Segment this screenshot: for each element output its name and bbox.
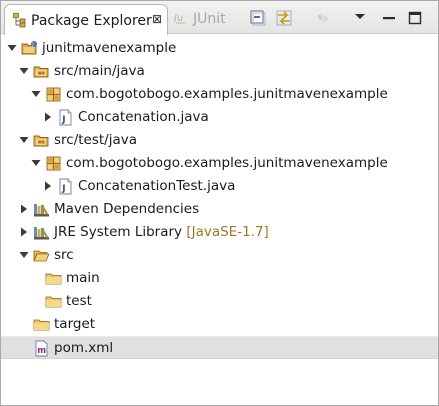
source-folder-icon [33,132,50,149]
svg-text:J: J [61,115,65,125]
view-tab-bar: Package Explorer ⊠ Ju JUnit [1,1,438,35]
package-explorer-view: Package Explorer ⊠ Ju JUnit J junitmaven… [0,0,439,406]
tree-item-label: com.bogotobogo.examples.junitmavenexampl… [66,155,388,171]
java-file-icon: J [57,178,74,195]
focus-on-task-icon [317,13,329,23]
xml-file-icon: m [33,340,50,357]
tree-item[interactable]: Maven Dependencies [1,198,438,221]
expand-arrow-icon[interactable] [18,248,30,262]
folder-icon [45,270,62,287]
tree-item[interactable]: src/test/java [1,129,438,152]
library-icon [33,201,50,218]
tree-item[interactable]: src [1,244,438,267]
tree-item-label: main [66,270,100,286]
tree-item[interactable]: com.bogotobogo.examples.junitmavenexampl… [1,83,438,106]
junit-icon: Ju [174,13,185,24]
expand-arrow-icon[interactable] [6,41,18,55]
collapse-arrow-icon[interactable] [42,110,54,124]
svg-text:J: J [31,42,33,48]
maximize-icon[interactable] [406,9,424,27]
tree-item[interactable]: target [1,313,438,336]
tree-item-label: Maven Dependencies [54,201,200,217]
tree-item-decoration: [JavaSE-1.7] [182,224,269,240]
tree-item-label: ConcatenationTest.java [78,178,236,194]
svg-text:J: J [61,184,65,194]
tab-junit-label: JUnit [193,11,226,27]
source-folder-icon [33,63,50,80]
tree-item[interactable]: com.bogotobogo.examples.junitmavenexampl… [1,152,438,175]
tab-package-explorer-label: Package Explorer [31,13,152,29]
tree-item-label: Concatenation.java [78,109,209,125]
close-icon[interactable]: ⊠ [152,12,162,26]
expand-arrow-icon[interactable] [30,156,42,170]
package-icon [45,155,62,172]
tree-item[interactable]: Jjunitmavenexample [1,37,438,60]
java-file-icon: J [57,109,74,126]
collapse-arrow-icon[interactable] [18,225,30,239]
tree-item-label: junitmavenexample [42,40,177,56]
tree-item[interactable]: J Concatenation.java [1,106,438,129]
expand-arrow-icon[interactable] [30,87,42,101]
tree-item-label: src/test/java [54,132,138,148]
package-icon [45,86,62,103]
tree-item-label: JRE System Library [JavaSE-1.7] [54,224,269,240]
tree-item[interactable]: J ConcatenationTest.java [1,175,438,198]
tree-item-label: pom.xml [54,340,114,356]
collapse-arrow-icon[interactable] [42,179,54,193]
tree-item-label: src [54,247,74,263]
tree-item-label: target [54,316,96,332]
view-menu-icon[interactable] [351,9,369,27]
folder-icon [33,316,50,333]
project-icon: J [21,40,38,57]
minimize-icon[interactable] [380,9,398,27]
svg-text:m: m [37,346,46,356]
tree-item[interactable]: test [1,290,438,313]
expand-arrow-icon[interactable] [18,64,30,78]
collapse-arrow-icon[interactable] [18,202,30,216]
expand-arrow-icon[interactable] [18,133,30,147]
package-explorer-icon [13,13,26,28]
tab-package-explorer[interactable]: Package Explorer ⊠ [4,4,168,35]
tab-junit[interactable]: Ju JUnit [171,4,237,33]
folder-open-icon [33,247,50,264]
tree-item[interactable]: src/main/java [1,60,438,83]
tree-item[interactable]: m pom.xml [1,336,438,359]
folder-icon [45,293,62,310]
tree-item[interactable]: main [1,267,438,290]
tree-item-label: src/main/java [54,63,145,79]
collapse-all-icon[interactable] [249,9,267,27]
tree-item[interactable]: JRE System Library [JavaSE-1.7] [1,221,438,244]
library-icon [33,224,50,241]
tree-item-label: com.bogotobogo.examples.junitmavenexampl… [66,86,388,102]
tree-item-label: test [66,293,92,309]
link-with-editor-icon[interactable] [275,9,293,27]
